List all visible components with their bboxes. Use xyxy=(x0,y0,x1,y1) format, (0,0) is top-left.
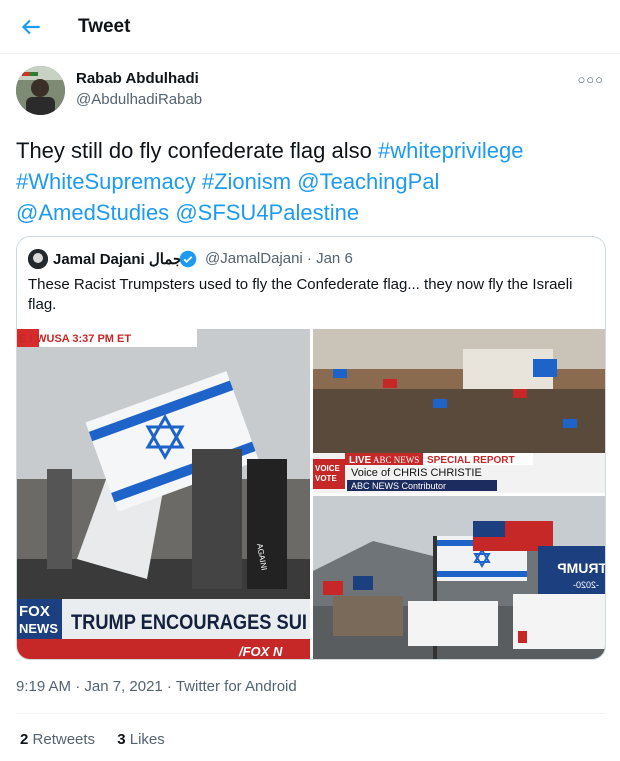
mention-link[interactable]: @SFSU4Palestine xyxy=(175,200,359,225)
likes-count: 3 xyxy=(117,731,126,748)
quoted-avatar[interactable] xyxy=(28,249,48,269)
avatar[interactable] xyxy=(16,66,65,115)
mention-link[interactable]: @TeachingPal xyxy=(297,169,439,194)
network-label: ABC NEWS xyxy=(373,455,419,465)
quoted-text: These Racist Trumpsters used to fly the … xyxy=(28,276,573,313)
voice-logo-text-2: VOTE xyxy=(315,474,337,483)
media-grid: E ! WUSA 3:37 PM ET FOX NEWS TRUMP ENCOU… xyxy=(17,329,606,659)
quoted-tweet[interactable]: Jamal Dajani جمال @JamalDajani · Jan 6 T… xyxy=(16,236,606,660)
mention-link[interactable]: @AmedStudies xyxy=(16,200,169,225)
retweets-label: Retweets xyxy=(32,731,96,748)
tweet-timestamp[interactable]: 9:19 AM · Jan 7, 2021 · Twitter for Andr… xyxy=(16,678,297,695)
tweet-text-prefix: They still do fly confederate flag also xyxy=(16,138,372,163)
likes-label: Likes xyxy=(129,731,165,748)
tweet-text: They still do fly confederate flag also … xyxy=(16,135,596,228)
retweets-stat[interactable]: 2 Retweets xyxy=(20,731,95,748)
hashtag-link[interactable]: #WhiteSupremacy xyxy=(16,169,196,194)
sub-chyron-text: /FOX N xyxy=(238,644,283,659)
guest-role-label: ABC NEWS Contributor xyxy=(351,481,446,491)
tweet-stats: 2 Retweets 3 Likes xyxy=(20,731,183,748)
guest-name-label: Voice of CHRIS CHRISTIE xyxy=(351,467,482,479)
fox-logo-text: FOX xyxy=(19,603,50,620)
quoted-author-name[interactable]: Jamal Dajani جمال xyxy=(53,250,182,268)
back-arrow-icon[interactable] xyxy=(18,14,44,40)
chyron-text: TRUMP ENCOURAGES SUI xyxy=(71,611,307,634)
live-label: LIVE xyxy=(349,455,372,466)
media-image-1[interactable]: E ! WUSA 3:37 PM ET FOX NEWS TRUMP ENCOU… xyxy=(17,329,310,659)
voice-logo-text: VOICE xyxy=(315,464,341,473)
more-options-icon[interactable]: ○○○ xyxy=(577,72,604,87)
likes-stat[interactable]: 3 Likes xyxy=(117,731,165,748)
banner-top-text: E ! WUSA 3:37 PM ET xyxy=(19,333,131,345)
hashtag-link[interactable]: #Zionism xyxy=(202,169,291,194)
hashtag-link[interactable]: #whiteprivilege xyxy=(378,138,524,163)
quoted-handle-date[interactable]: @JamalDajani · Jan 6 xyxy=(205,250,353,267)
page-header: Tweet xyxy=(0,0,620,54)
author-handle[interactable]: @AbdulhadiRabab xyxy=(76,91,202,108)
retweets-count: 2 xyxy=(20,731,29,748)
fox-logo-text-2: NEWS xyxy=(19,621,58,636)
media-image-3[interactable]: TRUMP -2020- xyxy=(313,496,606,659)
trump-flag-text: TRUMP xyxy=(557,560,606,576)
special-report-label: SPECIAL REPORT xyxy=(427,455,515,466)
trump-flag-year: -2020- xyxy=(573,580,599,590)
page-title: Tweet xyxy=(78,16,131,37)
media-image-2[interactable]: VOICE VOTE LIVE ABC NEWS SPECIAL REPORT … xyxy=(313,329,605,493)
verified-badge-icon xyxy=(179,250,197,268)
divider xyxy=(16,713,606,714)
author-name[interactable]: Rabab Abdulhadi xyxy=(76,70,199,87)
tweet-author: Rabab Abdulhadi @AbdulhadiRabab ○○○ xyxy=(16,66,606,118)
